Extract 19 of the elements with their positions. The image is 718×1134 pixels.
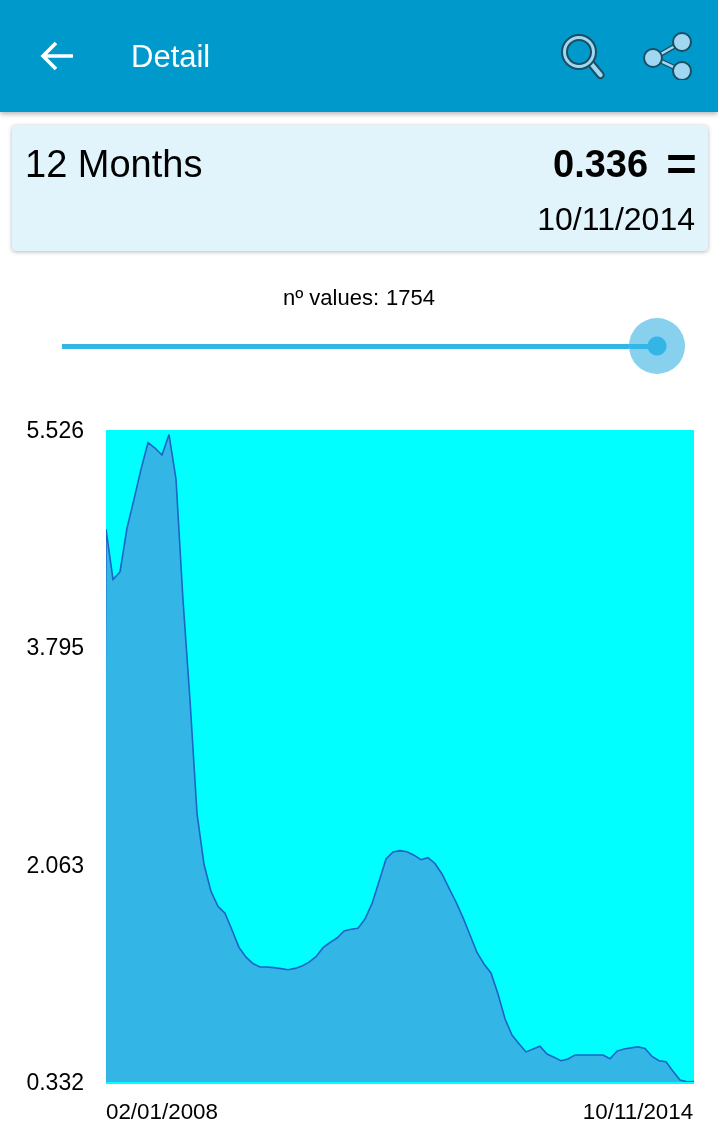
current-value: 0.336 — [553, 142, 649, 187]
slider-label: nº values: — [282, 285, 380, 311]
trend-sign: = — [666, 141, 697, 187]
back-arrow-icon — [40, 41, 74, 71]
x-axis-label: 02/01/2008 — [105, 1098, 219, 1124]
y-axis-label: 3.795 — [26, 634, 84, 661]
x-axis-label: 10/11/2014 — [582, 1098, 694, 1124]
search-icon — [558, 32, 606, 80]
value-date: 10/11/2014 — [537, 200, 695, 239]
slider-reading: 1754 — [386, 285, 435, 311]
back-button[interactable] — [38, 39, 76, 73]
y-axis-label: 2.063 — [26, 851, 84, 878]
y-axis-label: 5.526 — [26, 417, 84, 443]
y-axis-label: 0.332 — [26, 1069, 84, 1095]
share-icon — [642, 32, 692, 80]
share-button[interactable] — [640, 30, 694, 82]
slider-thumb[interactable] — [629, 318, 685, 374]
screen-title: Detail — [131, 40, 211, 72]
period-label: 12 Months — [25, 142, 203, 187]
